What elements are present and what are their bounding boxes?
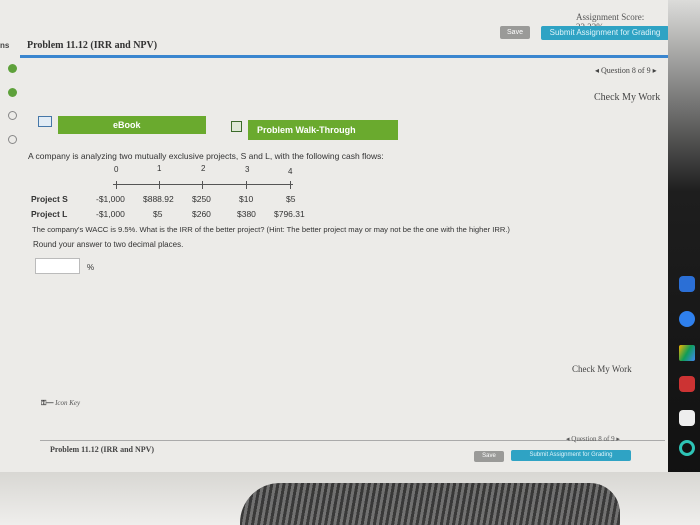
timeline-tick bbox=[246, 181, 247, 189]
cash-flow-value: $10 bbox=[239, 194, 254, 204]
question-intro: A company is analyzing two mutually excl… bbox=[28, 151, 384, 161]
project-label: Project S bbox=[31, 194, 68, 204]
walkthrough-button[interactable]: Problem Walk-Through bbox=[248, 120, 398, 140]
walkthrough-icon bbox=[231, 121, 242, 132]
question-navigator[interactable]: ◂ Question 8 of 9 ▸ bbox=[595, 66, 657, 75]
drive-icon[interactable] bbox=[679, 345, 695, 361]
question-status-done[interactable] bbox=[8, 88, 17, 97]
icon-key[interactable]: ⚿━ Icon Key bbox=[41, 399, 80, 408]
question-status-empty[interactable] bbox=[8, 111, 17, 120]
rounding-instruction: Round your answer to two decimal places. bbox=[33, 240, 184, 249]
cash-flow-timeline bbox=[113, 181, 293, 189]
percent-unit: % bbox=[87, 263, 95, 272]
timeline-axis bbox=[113, 184, 293, 185]
cash-flow-value: $796.31 bbox=[274, 209, 305, 219]
cash-flow-value: $5 bbox=[153, 209, 163, 219]
key-icon: ⚿━ bbox=[41, 399, 56, 407]
timeline-label: 3 bbox=[245, 165, 250, 174]
timeline-label: 1 bbox=[157, 164, 162, 173]
check-my-work-button[interactable]: Check My Work bbox=[594, 92, 660, 103]
submit-assignment-button[interactable]: Submit Assignment for Grading bbox=[541, 26, 668, 40]
question-status-empty[interactable] bbox=[8, 135, 17, 144]
ebook-button[interactable]: eBook bbox=[58, 116, 206, 134]
cash-flow-value: $888.92 bbox=[143, 194, 174, 204]
sidebar-tag: ns bbox=[0, 41, 10, 50]
app-icon[interactable] bbox=[679, 311, 695, 327]
irr-answer-input[interactable] bbox=[35, 258, 80, 274]
question-navigator-bottom[interactable]: ◂ Question 8 of 9 ▸ bbox=[566, 435, 620, 443]
app-icon[interactable] bbox=[679, 376, 695, 392]
book-icon bbox=[38, 116, 52, 127]
save-button[interactable]: Save bbox=[500, 26, 530, 39]
project-label: Project L bbox=[31, 209, 68, 219]
page-title: Problem 11.12 (IRR and NPV) bbox=[27, 40, 158, 51]
submit-assignment-button-bottom[interactable]: Submit Assignment for Grading bbox=[511, 450, 631, 461]
cash-flow-value: $5 bbox=[286, 194, 296, 204]
timeline-tick bbox=[202, 181, 203, 189]
timeline-tick bbox=[116, 181, 117, 189]
footer-title: Problem 11.12 (IRR and NPV) bbox=[50, 445, 155, 454]
cash-flow-value: $260 bbox=[192, 209, 211, 219]
os-dock bbox=[668, 0, 700, 480]
check-my-work-button-bottom[interactable]: Check My Work bbox=[572, 364, 632, 374]
icon-key-label: Icon Key bbox=[55, 399, 81, 407]
screen: Assignment Score: 22.22% Save Submit Ass… bbox=[0, 0, 668, 480]
app-icon[interactable] bbox=[679, 276, 695, 292]
wacc-question: The company's WACC is 9.5%. What is the … bbox=[32, 225, 510, 234]
project-l-row: Project L -$1,000 $5 $260 $380 $796.31 bbox=[31, 209, 305, 219]
question-status-done[interactable] bbox=[8, 64, 17, 73]
timeline-label: 4 bbox=[288, 167, 293, 176]
timeline-label: 0 bbox=[114, 165, 119, 174]
cash-flow-value: -$1,000 bbox=[96, 209, 125, 219]
cash-flow-value: $380 bbox=[237, 209, 256, 219]
timeline-tick bbox=[290, 181, 291, 189]
project-s-row: Project S -$1,000 $888.92 $250 $10 $5 bbox=[31, 194, 295, 204]
app-icon[interactable] bbox=[679, 410, 695, 426]
cash-flow-value: -$1,000 bbox=[96, 194, 125, 204]
app-icon[interactable] bbox=[679, 440, 695, 456]
timeline-tick bbox=[159, 181, 160, 189]
keyboard bbox=[240, 483, 620, 525]
cash-flow-value: $250 bbox=[192, 194, 211, 204]
timeline-label: 2 bbox=[201, 164, 206, 173]
header-divider bbox=[20, 55, 668, 58]
save-button-bottom[interactable]: Save bbox=[474, 451, 504, 462]
